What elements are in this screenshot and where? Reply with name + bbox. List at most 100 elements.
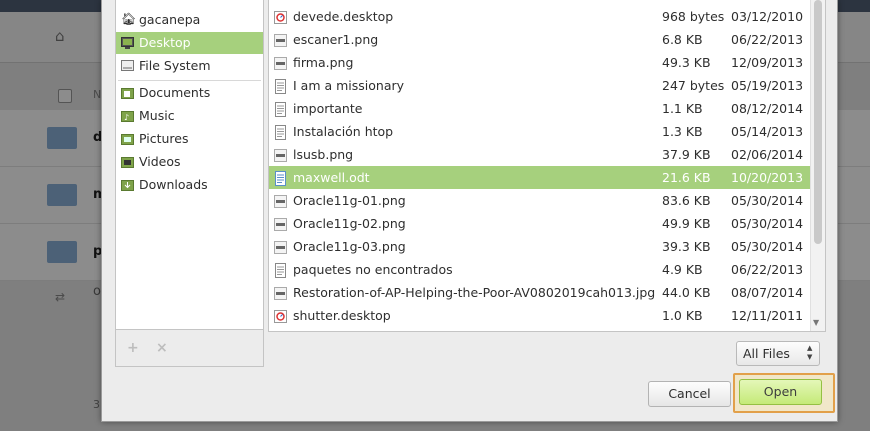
file-row[interactable]: devede.desktop 968 bytes 03/12/2010 [269,5,810,28]
file-date: 03/12/2010 [731,9,804,24]
folder-pictures-icon [121,132,134,145]
select-all-checkbox [58,89,72,103]
file-size: 1.1 KB [662,101,703,116]
scroll-down-arrow-icon[interactable]: ▼ [813,318,819,327]
file-date: 05/30/2014 [731,193,804,208]
sidebar-toolbar: + × [115,330,264,367]
sidebar-item-label: gacanepa [139,12,201,27]
scrollbar[interactable]: ▼ [810,0,825,331]
file-row[interactable]: Instalación htop 1.3 KB 05/14/2013 [269,120,810,143]
file-row[interactable]: importante 1.1 KB 08/12/2014 [269,97,810,120]
image-icon [274,55,287,70]
file-row[interactable]: escaner1.png 6.8 KB 06/22/2013 [269,28,810,51]
sidebar-item-label: Pictures [139,131,189,146]
file-type-filter-value: All Files [743,346,790,361]
sidebar-item-file-system[interactable]: File System [116,55,263,77]
file-name: devede.desktop [293,9,394,24]
image-icon [274,32,287,47]
image-icon [274,147,287,162]
sidebar-item-downloads[interactable]: Downloads [116,174,263,196]
file-date: 02/06/2014 [731,147,804,162]
file-row[interactable]: maxwell.odt 21.6 KB 10/20/2013 [269,166,810,189]
file-date: 05/19/2013 [731,78,804,93]
image-icon [274,239,287,254]
home-icon: 🏠︎ [121,12,137,26]
file-name: Restoration-of-AP-Helping-the-Poor-AV080… [293,285,656,300]
places-sidebar: 🏠︎ gacanepa Desktop File System Document… [115,0,264,330]
file-size: 83.6 KB [662,193,711,208]
file-name: shutter.desktop [293,308,391,323]
file-name: Instalación htop [293,124,394,139]
file-date: 08/12/2014 [731,101,804,116]
desktop-icon [121,36,134,49]
file-date: 05/30/2014 [731,216,804,231]
file-date: 06/22/2013 [731,32,804,47]
home-icon: ⌂ [55,27,65,45]
file-date: 05/14/2013 [731,124,804,139]
file-size: 49.9 KB [662,216,711,231]
desktop-launcher-icon [274,308,287,323]
scrollbar-thumb[interactable] [814,0,822,244]
file-size: 247 bytes [662,78,725,93]
folder-icon [47,127,77,149]
sidebar-item-home[interactable]: 🏠︎ gacanepa [116,9,263,31]
folder-videos-icon [121,155,134,168]
sidebar-item-music[interactable]: ♪ Music [116,105,263,127]
sidebar-separator [118,80,261,81]
file-size: 1.3 KB [662,124,703,139]
file-name: Oracle11g-02.png [293,216,406,231]
file-size: 44.0 KB [662,285,711,300]
file-size: 37.9 KB [662,147,711,162]
file-name: maxwell.odt [293,170,370,185]
sidebar-item-documents[interactable]: Documents [116,82,263,104]
desktop-launcher-icon [274,9,287,24]
file-row[interactable]: Oracle11g-03.png 39.3 KB 05/30/2014 [269,235,810,258]
text-file-icon [274,78,287,94]
file-size: 968 bytes [662,9,725,24]
file-list: devede.desktop 968 bytes 03/12/2010 escaner… [268,0,826,332]
name-column-header: N [93,88,102,101]
file-name: Oracle11g-01.png [293,193,406,208]
sidebar-item-pictures[interactable]: Pictures [116,128,263,150]
file-type-filter[interactable]: All Files ▲ ▼ [736,341,820,366]
remove-bookmark-button[interactable]: × [156,340,168,356]
file-row[interactable]: I am a missionary 247 bytes 05/19/2013 [269,74,810,97]
file-date: 08/07/2014 [731,285,804,300]
sidebar-item-desktop[interactable]: Desktop [116,32,263,54]
folder-documents-icon [121,86,134,99]
cancel-button[interactable]: Cancel [648,381,731,407]
file-date: 10/20/2013 [731,170,804,185]
sidebar-item-label: Documents [139,85,211,100]
svg-text:♪: ♪ [124,113,129,122]
file-row[interactable]: firma.png 49.3 KB 12/09/2013 [269,51,810,74]
file-row[interactable]: Oracle11g-02.png 49.9 KB 05/30/2014 [269,212,810,235]
file-size: 1.0 KB [662,308,703,323]
file-name: paquetes no encontrados [293,262,453,277]
file-row[interactable]: shutter.desktop 1.0 KB 12/11/2011 [269,304,810,327]
file-date: 05/30/2014 [731,239,804,254]
image-icon [274,216,287,231]
file-size: 21.6 KB [662,170,711,185]
file-date: 06/22/2013 [731,262,804,277]
sidebar-item-label: Downloads [139,177,208,192]
updown-arrows-icon: ▲ ▼ [807,344,813,361]
file-row[interactable]: lsusb.png 37.9 KB 02/06/2014 [269,143,810,166]
file-size: 4.9 KB [662,262,703,277]
text-file-icon [274,124,287,140]
file-row[interactable]: Oracle11g-01.png 83.6 KB 05/30/2014 [269,189,810,212]
folder-downloads-icon [121,178,134,191]
open-button[interactable]: Open [739,379,822,405]
text-file-icon [274,101,287,117]
file-size: 39.3 KB [662,239,711,254]
file-row[interactable]: Restoration-of-AP-Helping-the-Poor-AV080… [269,281,810,304]
footer-count: 3 [93,398,100,411]
add-bookmark-button[interactable]: + [127,340,139,356]
file-row[interactable]: paquetes no encontrados 4.9 KB 06/22/2013 [269,258,810,281]
folder-icon [47,241,77,263]
sort-icon: ⇄ [55,290,66,304]
sidebar-item-videos[interactable]: Videos [116,151,263,173]
file-date: 12/11/2011 [731,308,804,323]
image-icon [274,285,287,300]
other-item: o [93,284,101,299]
file-date: 12/09/2013 [731,55,804,70]
